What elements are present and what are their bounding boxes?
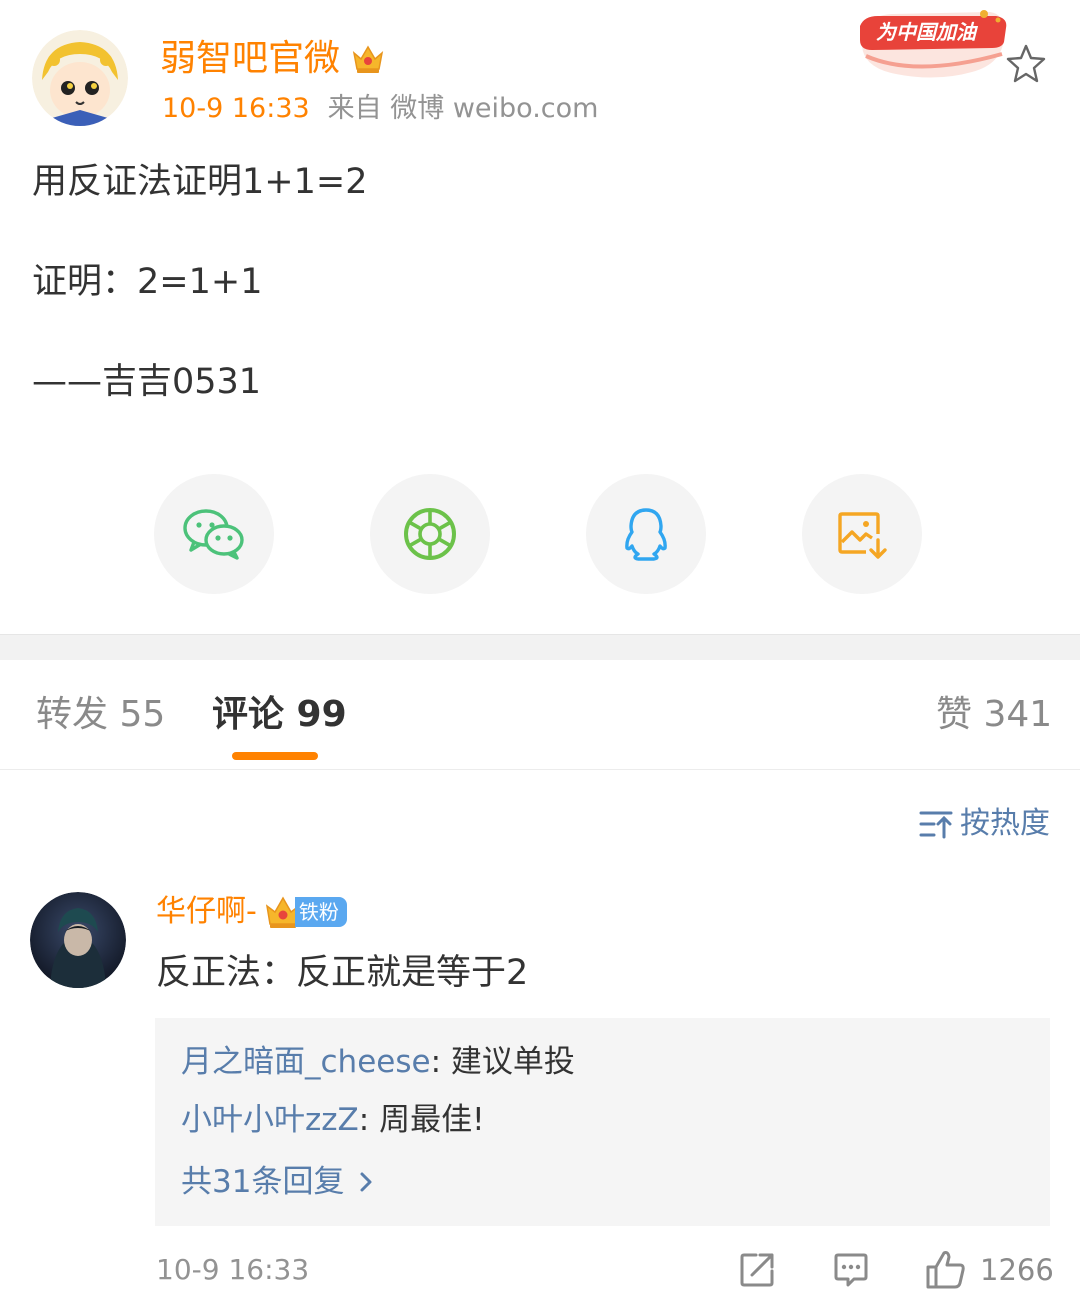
- active-tab-indicator: [232, 752, 318, 760]
- tab-comments[interactable]: 评论 99: [212, 690, 347, 740]
- author-name-text[interactable]: 弱智吧官微: [160, 36, 340, 82]
- interaction-tabs: 转发 55 评论 99 赞 341: [0, 660, 1080, 770]
- commenter-avatar[interactable]: [30, 892, 126, 988]
- vip-crown-icon: [350, 41, 386, 77]
- comment-text: 反正法：反正就是等于2: [156, 953, 529, 993]
- reply-item[interactable]: 小叶小叶zzZ: 周最佳!: [181, 1100, 485, 1140]
- chevron-right-icon: [360, 1172, 372, 1192]
- commenter-name-text[interactable]: 华仔啊-: [156, 892, 257, 932]
- post-meta: 10-9 16:33 来自 微博 weibo.com: [162, 92, 598, 126]
- reply-item[interactable]: 月之暗面_cheese: 建议单投: [181, 1042, 575, 1082]
- post-card: 弱智吧官微 10-9 16:33 来自 微博 weibo.com 为中国加油 用反…: [0, 0, 1080, 636]
- post-content: 用反证法证明1+1=2 证明：2=1+1 ——吉吉0531: [32, 160, 367, 460]
- reply-comment-button[interactable]: [832, 1248, 870, 1292]
- post-source: 来自 微博 weibo.com: [327, 93, 599, 124]
- reply-author[interactable]: 月之暗面_cheese: [181, 1044, 431, 1080]
- wechat-icon: [183, 509, 244, 560]
- sort-label[interactable]: 按热度: [960, 804, 1050, 844]
- iron-fan-label: 铁粉: [294, 897, 347, 927]
- like-comment-button[interactable]: 1266: [924, 1248, 1054, 1292]
- share-qq-button[interactable]: [586, 474, 706, 594]
- share-row: [154, 474, 924, 594]
- share-wechat-button[interactable]: [154, 474, 274, 594]
- save-image-button[interactable]: [802, 474, 922, 594]
- view-all-replies-label[interactable]: 共31条回复: [181, 1162, 344, 1202]
- commenter-name[interactable]: 华仔啊- 铁粉: [156, 892, 347, 932]
- post-line-1: 用反证法证明1+1=2: [32, 162, 368, 202]
- view-all-replies-link[interactable]: 共31条回复: [181, 1162, 380, 1202]
- like-count: 1266: [980, 1253, 1054, 1287]
- section-divider: [0, 634, 1080, 660]
- post-line-3: ——吉吉0531: [32, 362, 262, 402]
- sort-by-hot-button[interactable]: 按热度: [918, 804, 1050, 844]
- tab-repost[interactable]: 转发 55: [36, 690, 165, 740]
- cheer-china-text: 为中国加油: [876, 20, 976, 44]
- thumbs-up-icon: [926, 1251, 965, 1289]
- share-arrow-icon: [740, 1253, 774, 1287]
- qq-icon: [625, 508, 667, 561]
- post-line-2: 证明：2=1+1: [32, 262, 263, 302]
- reply-text: : 建议单投: [430, 1044, 575, 1080]
- post-time: 10-9 16:33: [162, 93, 310, 124]
- moments-icon: [404, 508, 456, 560]
- sort-icon: [919, 811, 953, 839]
- author-avatar[interactable]: [32, 30, 128, 126]
- reply-author[interactable]: 小叶小叶zzZ: [181, 1102, 359, 1138]
- iron-fan-badge: 铁粉: [263, 894, 347, 930]
- reply-preview-box[interactable]: 月之暗面_cheese: 建议单投 小叶小叶zzZ: 周最佳! 共31条回复: [155, 1018, 1050, 1226]
- comment-bubble-icon: [834, 1253, 868, 1287]
- cheer-china-badge: 为中国加油: [856, 8, 1012, 84]
- save-image-icon: [838, 512, 887, 559]
- comment-time: 10-9 16:33: [156, 1253, 310, 1286]
- share-moments-button[interactable]: [370, 474, 490, 594]
- repost-comment-button[interactable]: [738, 1248, 776, 1292]
- tab-likes[interactable]: 赞 341: [936, 690, 1052, 740]
- reply-text: : 周最佳!: [358, 1102, 485, 1138]
- favorite-star-icon[interactable]: [1004, 42, 1048, 86]
- author-name[interactable]: 弱智吧官微: [160, 36, 386, 82]
